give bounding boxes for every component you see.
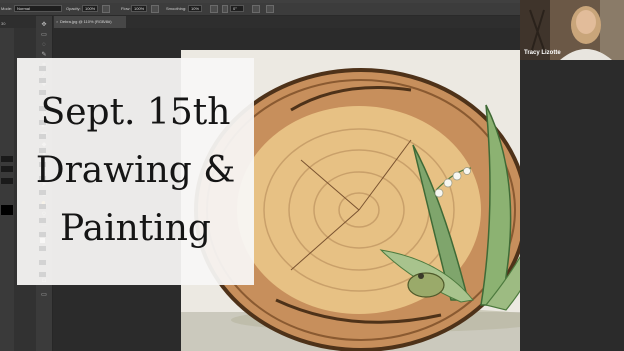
event-title-overlay: Sept. 15th Drawing & Painting [17, 58, 254, 285]
airbrush-icon[interactable] [151, 5, 159, 13]
panel-slot-2[interactable] [1, 166, 13, 172]
document-tab[interactable]: × Debra.jpg @ 110% (RGB/8#) [54, 16, 126, 28]
flow-field[interactable]: 100% [131, 5, 147, 12]
angle-field[interactable]: 0° [230, 5, 244, 12]
move-icon[interactable]: ✥ [40, 22, 48, 29]
webcam-feed: Tracy Lizotte [520, 0, 624, 60]
angle-icon[interactable] [222, 5, 228, 13]
event-title-line-2: Drawing & [35, 150, 236, 191]
photoshop-window: Mode: Normal Opacity: 100% Flow: 100% Sm… [0, 0, 624, 351]
right-panel-area [520, 60, 624, 351]
panel-slot-4[interactable] [1, 205, 13, 215]
opacity-label: Opacity: [66, 6, 81, 11]
symmetry-icon[interactable] [266, 5, 274, 13]
smoothing-field[interactable]: 10% [188, 5, 202, 12]
panel-number: 30 [1, 21, 6, 26]
document-tab-title: Debra.jpg @ 110% (RGB/8#) [60, 19, 112, 24]
event-title-line-3: Painting [60, 208, 211, 249]
lasso-icon[interactable]: ◌ [40, 42, 48, 49]
opacity-field[interactable]: 100% [82, 5, 98, 12]
flow-label: Flow: [121, 6, 131, 11]
gear-icon[interactable] [210, 5, 218, 13]
pressure-opacity-icon[interactable] [102, 5, 110, 13]
marquee-icon[interactable]: ▭ [40, 32, 48, 39]
panel-slot-1[interactable] [1, 156, 13, 162]
event-title: Sept. 15th Drawing & Painting [17, 84, 254, 258]
panel-slot-3[interactable] [1, 178, 13, 184]
screen-mode-icon[interactable]: ▭ [40, 292, 48, 299]
presenter-name: Tracy Lizotte [524, 50, 561, 56]
options-bar: Mode: Normal Opacity: 100% Flow: 100% Sm… [0, 3, 520, 16]
smoothing-label: Smoothing: [166, 6, 187, 11]
left-panel-dock [0, 28, 14, 351]
mode-dropdown[interactable]: Normal [14, 5, 62, 12]
close-icon[interactable]: × [56, 16, 58, 28]
document-tabs-row: 30 × Debra.jpg @ 110% (RGB/8#) [0, 16, 520, 28]
pressure-size-icon[interactable] [252, 5, 260, 13]
mode-label: Mode: [1, 6, 13, 11]
event-title-line-1: Sept. 15th [40, 92, 231, 133]
